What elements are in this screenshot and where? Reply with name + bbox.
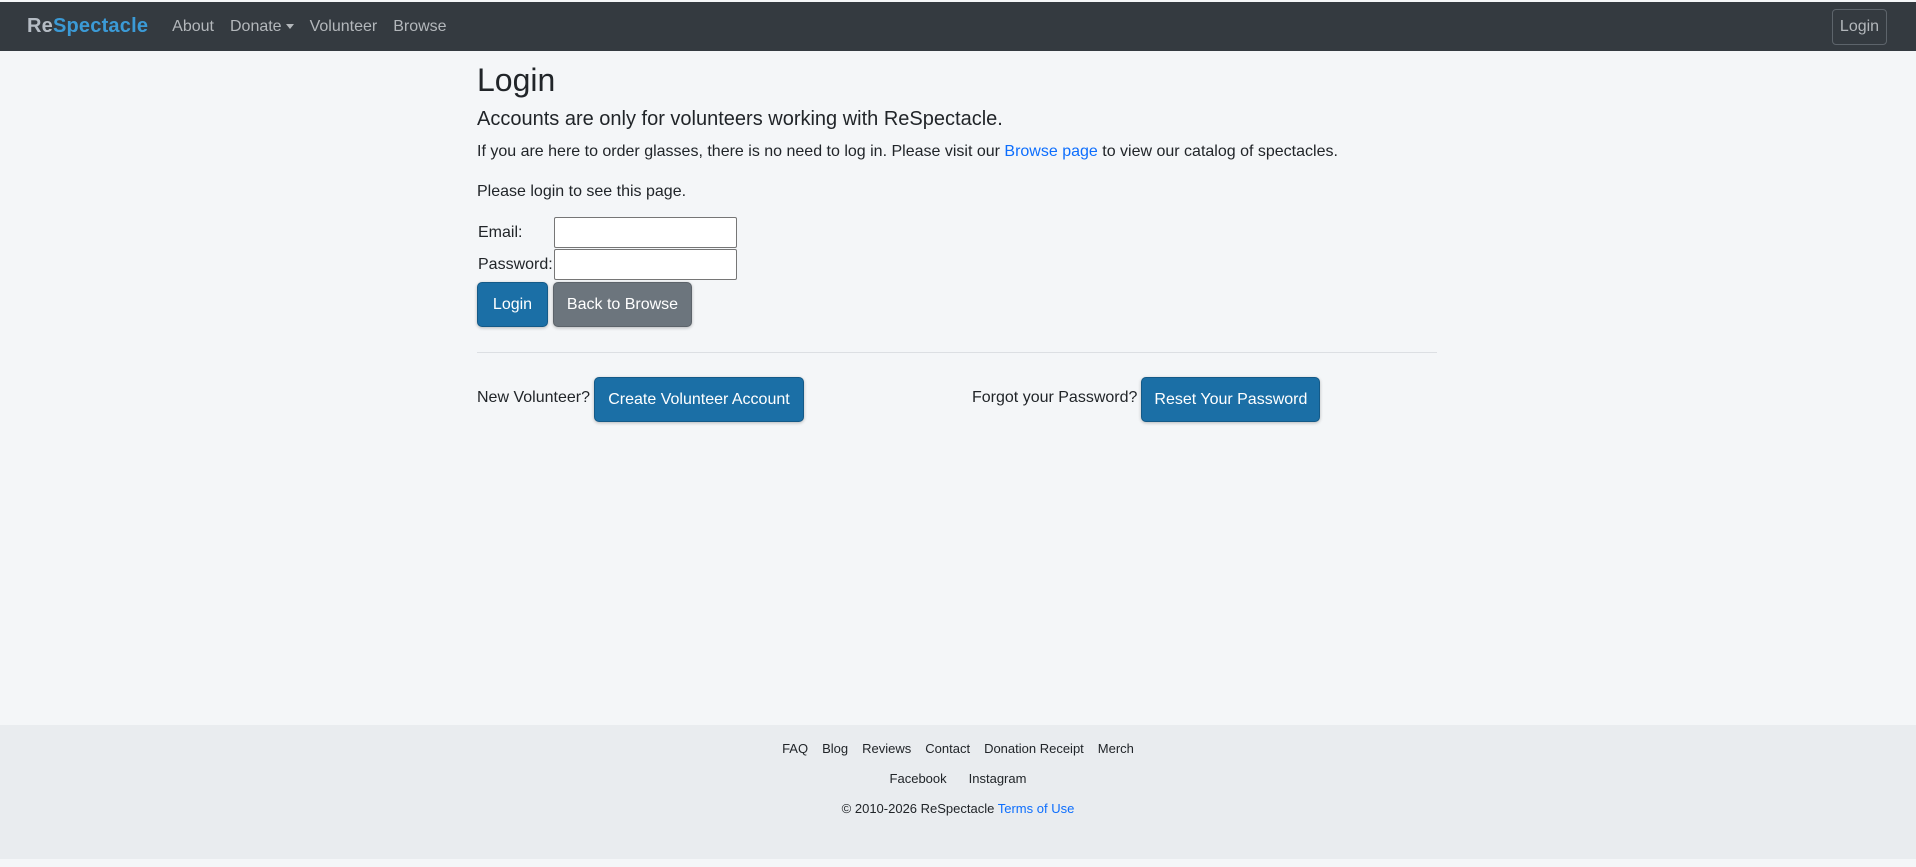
copyright: © 2010-2026 ReSpectacle Terms of Use <box>0 801 1916 816</box>
copyright-text: © 2010-2026 ReSpectacle <box>841 801 998 816</box>
footer-link-merch[interactable]: Merch <box>1091 741 1141 756</box>
form-buttons: Login Back to Browse <box>477 282 1437 327</box>
brand-logo[interactable]: ReSpectacle <box>27 15 148 38</box>
login-prompt: Please login to see this page. <box>477 183 687 200</box>
nav-link-volunteer[interactable]: Volunteer <box>302 18 386 36</box>
top-navbar: ReSpectacle About Donate Volunteer Brows… <box>0 2 1916 51</box>
footer-link-instagram[interactable]: Instagram <box>958 771 1038 786</box>
main-content: Login Accounts are only for volunteers w… <box>477 60 1437 423</box>
browse-page-link[interactable]: Browse page <box>1004 143 1097 160</box>
footer-link-blog[interactable]: Blog <box>815 741 855 756</box>
new-volunteer-section: New Volunteer? Create Volunteer Account <box>477 377 804 422</box>
login-form: Email: Password: Login Back to Browse <box>477 217 1437 327</box>
nav-link-browse[interactable]: Browse <box>385 18 454 36</box>
footer-link-faq[interactable]: FAQ <box>775 741 815 756</box>
footer-links: FAQ Blog Reviews Contact Donation Receip… <box>0 741 1916 756</box>
account-actions: New Volunteer? Create Volunteer Account … <box>477 353 1437 423</box>
footer-link-donation-receipt[interactable]: Donation Receipt <box>977 741 1091 756</box>
forgot-password-text: Forgot your Password? <box>972 388 1138 406</box>
forgot-password-section: Forgot your Password? Reset Your Passwor… <box>972 377 1321 422</box>
nav-link-donate-label: Donate <box>229 17 282 35</box>
password-field[interactable] <box>554 249 737 280</box>
email-field[interactable] <box>554 217 737 248</box>
page-subtitle: Accounts are only for volunteers working… <box>477 108 1003 130</box>
terms-of-use-link[interactable]: Terms of Use <box>998 801 1075 816</box>
nav-link-about[interactable]: About <box>164 18 222 36</box>
nav-links: About Donate Volunteer Browse <box>164 18 454 36</box>
login-button[interactable]: Login <box>477 282 548 327</box>
info-text-after: to view our catalog of spectacles. <box>1097 143 1338 160</box>
footer-social-links: Facebook Instagram <box>0 771 1916 786</box>
page-title: Login <box>477 62 556 98</box>
create-volunteer-account-button[interactable]: Create Volunteer Account <box>593 377 804 422</box>
password-label: Password: <box>478 255 553 273</box>
back-to-browse-button[interactable]: Back to Browse <box>553 282 692 327</box>
info-text-before: If you are here to order glasses, there … <box>477 143 1005 160</box>
brand-prefix: Re <box>27 15 53 37</box>
info-text: If you are here to order glasses, there … <box>477 141 1437 163</box>
footer-link-reviews[interactable]: Reviews <box>855 741 918 756</box>
nav-link-donate[interactable]: Donate <box>222 18 302 36</box>
footer-link-contact[interactable]: Contact <box>918 741 977 756</box>
password-row: Password: <box>477 249 1437 280</box>
new-volunteer-text: New Volunteer? <box>477 388 590 406</box>
page-footer: FAQ Blog Reviews Contact Donation Receip… <box>0 725 1916 859</box>
reset-password-button[interactable]: Reset Your Password <box>1141 377 1321 422</box>
email-label: Email: <box>478 223 523 241</box>
brand-suffix: Spectacle <box>52 15 149 37</box>
caret-down-icon <box>285 24 294 29</box>
navbar-login-button[interactable]: Login <box>1832 9 1887 45</box>
footer-link-facebook[interactable]: Facebook <box>879 771 958 786</box>
email-row: Email: <box>477 217 1437 248</box>
